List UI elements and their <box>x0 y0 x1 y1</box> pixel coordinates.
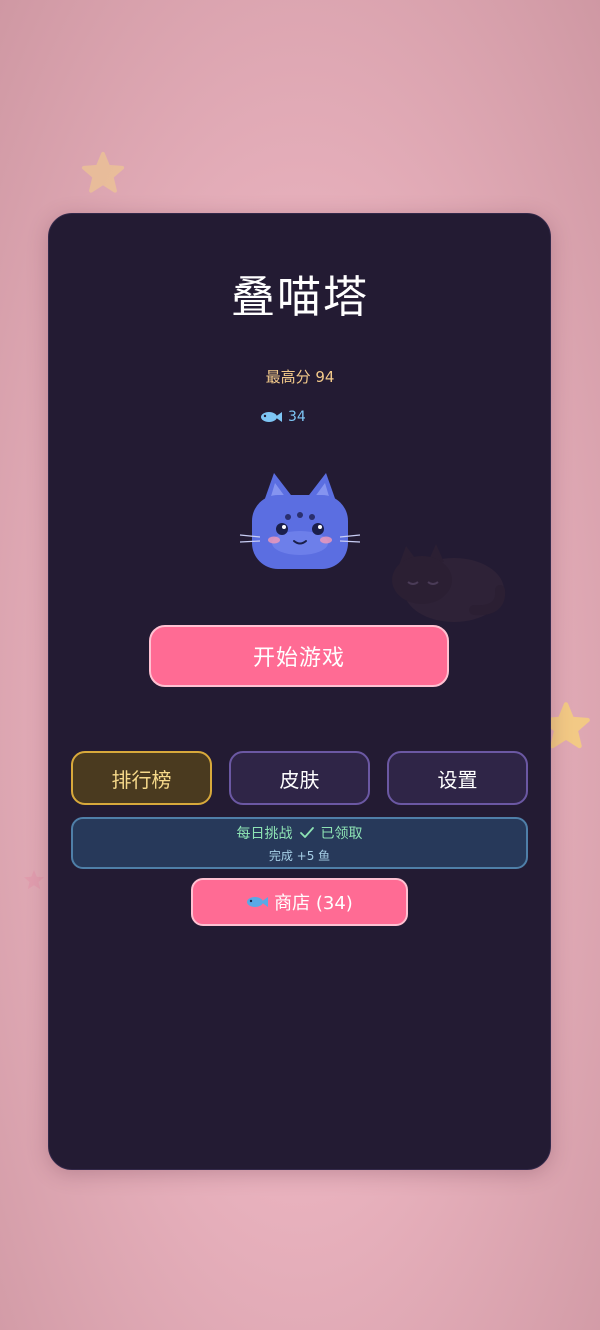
daily-challenge-banner[interactable]: 每日挑战 已领取 完成 +5 鱼 <box>71 817 528 869</box>
star-icon <box>81 151 125 193</box>
fish-currency: 34 <box>260 406 306 428</box>
start-game-button[interactable]: 开始游戏 <box>149 625 449 687</box>
game-title: 叠喵塔 <box>231 272 369 323</box>
cat-avatar <box>239 473 361 569</box>
settings-button[interactable]: 设置 <box>387 751 528 805</box>
fish-icon <box>247 897 269 907</box>
best-score: 最高分 94 <box>265 368 335 386</box>
star-icon <box>24 870 44 890</box>
skins-button[interactable]: 皮肤 <box>229 751 370 805</box>
daily-challenge-title: 每日挑战 <box>236 825 293 842</box>
daily-challenge-reward: 完成 +5 鱼 <box>268 848 331 863</box>
leaderboard-button[interactable]: 排行榜 <box>71 751 212 805</box>
sleeping-cat <box>392 544 506 622</box>
daily-challenge-status: 已领取 <box>320 825 363 842</box>
main-menu-panel <box>48 213 551 1170</box>
shop-label: 商店 (34) <box>274 893 353 914</box>
daily-challenge-header: 每日挑战 已领取 <box>237 823 363 843</box>
fish-icon <box>261 412 282 422</box>
shop-button[interactable]: 商店 (34) <box>191 878 408 926</box>
fish-count: 34 <box>288 409 306 425</box>
check-icon <box>299 826 314 838</box>
